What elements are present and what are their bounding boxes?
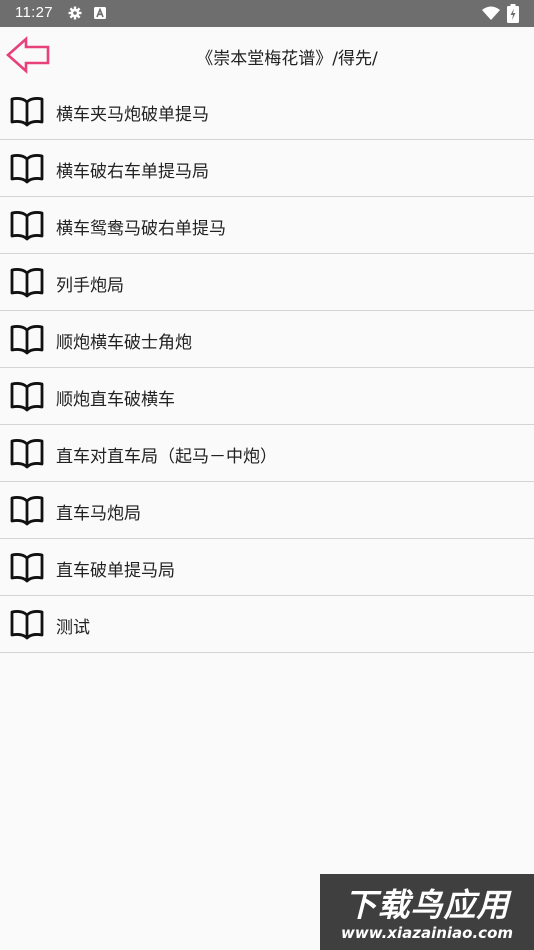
list-item[interactable]: 顺炮直车破横车 [0,368,534,425]
list-item-label: 顺炮直车破横车 [56,390,175,410]
status-time: 11:27 [15,4,53,21]
wifi-icon [482,6,500,20]
a-notification-icon [94,7,106,19]
list-item[interactable]: 横车夹马炮破单提马 [0,83,534,140]
list-item[interactable]: 横车鸳鸯马破右单提马 [0,197,534,254]
app-header: 《崇本堂梅花谱》/得先/ [0,27,534,83]
battery-charging-icon [507,4,519,23]
gear-icon [68,6,82,20]
arrow-left-icon [6,36,50,74]
status-bar: 11:27 [0,0,534,27]
back-button[interactable] [4,35,52,75]
list-item-label: 直车对直车局（起马－中炮） [56,447,277,467]
watermark: 下载鸟应用 www.xiazainiao.com [320,874,534,950]
list-item-label: 测试 [56,618,90,638]
page-title: 《崇本堂梅花谱》/得先/ [196,49,378,69]
book-open-icon [10,439,44,469]
book-open-icon [10,382,44,412]
list-item[interactable]: 列手炮局 [0,254,534,311]
list-item[interactable]: 测试 [0,596,534,653]
list-item-label: 顺炮横车破士角炮 [56,333,192,353]
list-item[interactable]: 直车对直车局（起马－中炮） [0,425,534,482]
book-open-icon [10,97,44,127]
list-item[interactable]: 顺炮横车破士角炮 [0,311,534,368]
book-open-icon [10,268,44,298]
chapter-list: 横车夹马炮破单提马 横车破右车单提马局 横车鸳鸯马破右单提马 列手炮局 顺炮横车… [0,83,534,653]
book-open-icon [10,325,44,355]
list-item[interactable]: 直车马炮局 [0,482,534,539]
list-item-label: 列手炮局 [56,276,124,296]
list-item[interactable]: 直车破单提马局 [0,539,534,596]
book-open-icon [10,496,44,526]
book-open-icon [10,211,44,241]
book-open-icon [10,553,44,583]
list-item-label: 直车马炮局 [56,504,141,524]
list-item-label: 直车破单提马局 [56,561,175,581]
book-open-icon [10,154,44,184]
watermark-url: www.xiazainiao.com [340,924,514,942]
list-item-label: 横车鸳鸯马破右单提马 [56,219,226,239]
list-item-label: 横车破右车单提马局 [56,162,209,182]
list-item[interactable]: 横车破右车单提马局 [0,140,534,197]
list-item-label: 横车夹马炮破单提马 [56,105,209,125]
book-open-icon [10,610,44,640]
watermark-title: 下载鸟应用 [344,886,510,924]
